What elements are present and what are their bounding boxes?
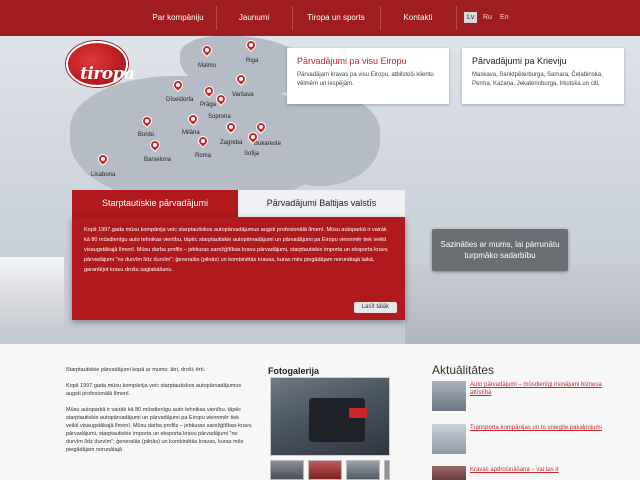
map-pin-icon[interactable]: [223, 119, 239, 135]
city-label: Zagreba: [220, 140, 243, 146]
language-lv[interactable]: Lv: [464, 12, 478, 23]
infobox-title: Pārvadājumi pa Krieviju: [472, 56, 567, 66]
news-item[interactable]: Transporta kompānijas un to sniegtie pak…: [432, 424, 612, 454]
map-pin-icon[interactable]: [195, 133, 211, 149]
truck-image: [0, 257, 64, 327]
gallery-truck: [309, 398, 365, 442]
map-pin-icon[interactable]: [147, 137, 163, 153]
nav-item-contacts[interactable]: Kontakti: [380, 0, 456, 36]
truck-image: [405, 264, 640, 344]
contact-us-button[interactable]: Sazināties ar mums, lai pārrunātu turpmā…: [432, 229, 568, 271]
news-item[interactable]: Auto pārvadājumi – mūsdienīgi risinājumi…: [432, 381, 612, 411]
gallery-thumbnail[interactable]: [308, 460, 342, 480]
news-thumbnail[interactable]: [432, 424, 466, 454]
gallery-logo-mark: [349, 408, 367, 418]
infobox-text: Pārvadājam kravas pa visu Eiropu, atbils…: [297, 72, 434, 87]
city-label: Bukareste: [254, 141, 282, 147]
top-navigation: Par kompāniju Jaunumi Tiropa un sports K…: [0, 0, 640, 36]
map-pin-icon[interactable]: [139, 113, 155, 129]
nav-item-about[interactable]: Par kompāniju: [140, 0, 216, 36]
infobox-text: Maskava, Sanktpēterburga, Samara, Čeļabi…: [472, 72, 603, 87]
city-label: Dīseldorfa: [166, 97, 194, 103]
city-label: Sofija: [244, 151, 260, 157]
city-label: Malmo: [198, 63, 217, 69]
map-pin-icon[interactable]: [95, 151, 111, 167]
tab-content-panel: Kopš 1997.gada mūsu kompānija veic starp…: [72, 217, 405, 320]
news-thumbnail[interactable]: [432, 381, 466, 411]
city-label: Barselona: [144, 157, 172, 163]
gallery-thumbnail[interactable]: [346, 460, 380, 480]
tab-international[interactable]: Starptautiskie pārvadājumi: [72, 190, 238, 217]
map-pin-icon[interactable]: [245, 129, 261, 145]
map-pin-icon[interactable]: [185, 111, 201, 127]
map-pin-icon[interactable]: [199, 42, 215, 58]
intro-paragraph: Starptautiskie pārvadājumi kopā ar mums:…: [66, 367, 206, 373]
city-label: Roma: [195, 153, 212, 159]
infobox-europe[interactable]: Pārvadājumi pa visu Eiropu Pārvadājam kr…: [287, 48, 449, 104]
news-link[interactable]: Kravas apdrošināšana – vai tas ir: [470, 466, 610, 474]
city-label: Soprona: [208, 114, 231, 120]
map-pin-icon[interactable]: [243, 37, 259, 53]
news-item[interactable]: Kravas apdrošināšana – vai tas ir: [432, 466, 612, 480]
city-label: Lisabona: [91, 172, 116, 178]
gallery-main-image[interactable]: [270, 377, 390, 456]
city-label: Varšava: [232, 92, 254, 98]
city-label: Riga: [246, 58, 259, 64]
logo-text[interactable]: tiropa: [80, 64, 135, 84]
language-en[interactable]: En: [497, 12, 512, 23]
map-pin-icon[interactable]: [201, 83, 217, 99]
infobox-russia[interactable]: Pārvadājumi pa Krieviju Maskava, Sanktpē…: [462, 48, 624, 104]
intro-paragraph: Mūsu autoparkā ir vairāk kā 80 mūsdienīg…: [66, 407, 252, 453]
city-label: Prāga: [200, 102, 217, 108]
nav-item-sports[interactable]: Tiropa un sports: [292, 0, 380, 36]
read-more-button[interactable]: Lasīt tālāk: [353, 302, 397, 313]
gallery-thumbnail[interactable]: [384, 460, 390, 480]
infobox-title: Pārvadājumi pa visu Eiropu: [297, 56, 407, 66]
news-link[interactable]: Transporta kompānijas un to sniegtie pak…: [470, 424, 610, 432]
panel-text: Kopš 1997.gada mūsu kompānija veic starp…: [84, 227, 388, 273]
map-pin-icon[interactable]: [170, 77, 186, 93]
nav-divider: [456, 6, 457, 30]
intro-text-column: Starptautiskie pārvadājumi kopā ar mums:…: [66, 366, 252, 462]
gallery-title: Fotogalerija: [268, 366, 320, 376]
map-pin-icon[interactable]: [213, 91, 229, 107]
news-link[interactable]: Auto pārvadājumi – mūsdienīgi risinājumi…: [470, 381, 610, 397]
map-pin-icon[interactable]: [233, 71, 249, 87]
gallery-thumbnail[interactable]: [270, 460, 304, 480]
city-label: Bordo: [138, 132, 155, 138]
nav-item-news[interactable]: Jaunumi: [216, 0, 292, 36]
news-thumbnail[interactable]: [432, 466, 466, 480]
intro-paragraph: Kopš 1997.gada mūsu kompānija veic starp…: [66, 383, 242, 397]
news-title: Aktuālitātes: [432, 363, 495, 377]
language-ru[interactable]: Ru: [480, 12, 495, 23]
tab-baltic[interactable]: Pārvadājumi Baltijas valstīs: [238, 190, 405, 217]
